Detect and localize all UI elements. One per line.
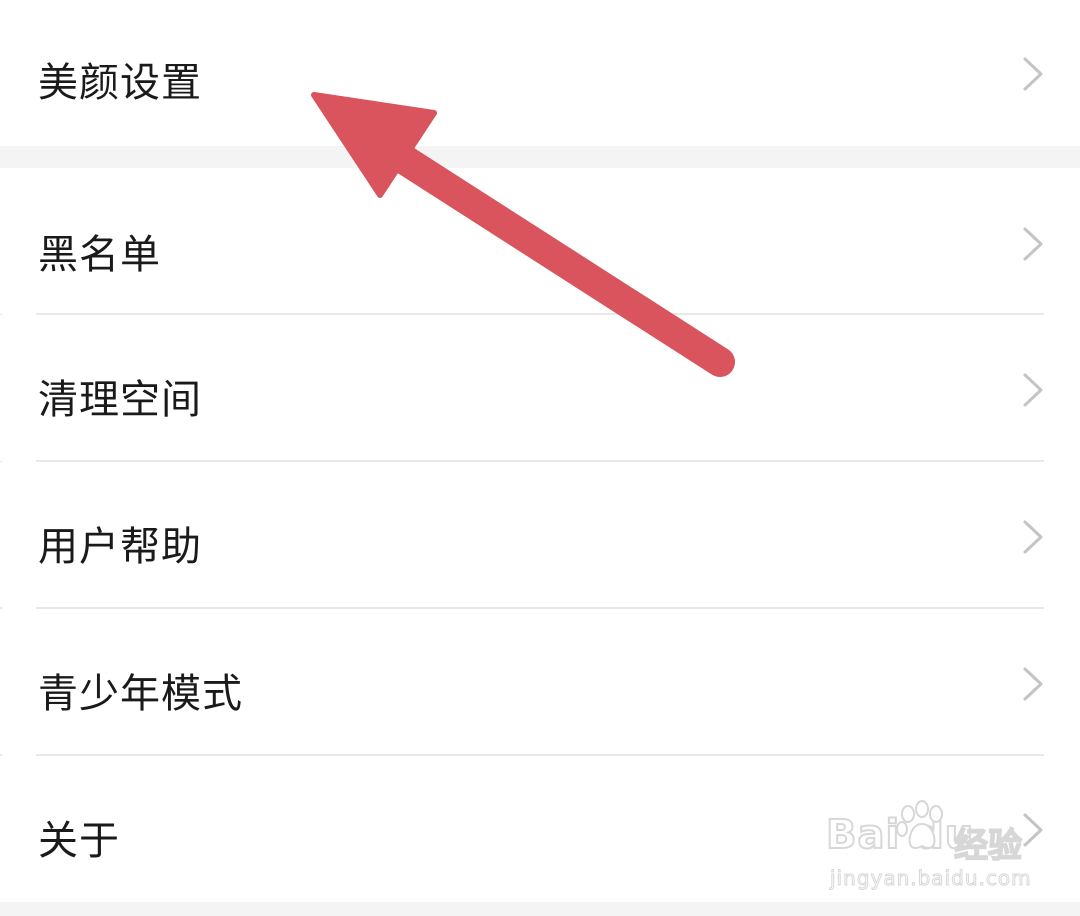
section-gap-bottom (0, 902, 1080, 916)
settings-item-about[interactable]: 关于 (0, 756, 1080, 902)
settings-item-label: 用户帮助 (38, 524, 202, 570)
settings-item-label: 美颜设置 (38, 60, 202, 106)
chevron-right-icon (1023, 373, 1043, 407)
settings-item-clean-space[interactable]: 清理空间 (0, 315, 1080, 461)
settings-page: 美颜设置 黑名单 清理空间 用户帮助 青少年模式 关于 Bai du 经验 ji… (0, 0, 1080, 916)
settings-item-user-help[interactable]: 用户帮助 (0, 462, 1080, 607)
settings-item-blacklist[interactable]: 黑名单 (0, 168, 1080, 314)
settings-item-beauty[interactable]: 美颜设置 (0, 0, 1080, 146)
chevron-right-icon (1023, 813, 1043, 847)
chevron-right-icon (1023, 667, 1043, 701)
settings-item-label: 青少年模式 (38, 671, 243, 717)
settings-item-teen-mode[interactable]: 青少年模式 (0, 609, 1080, 754)
chevron-right-icon (1023, 57, 1043, 91)
section-gap (0, 146, 1080, 168)
settings-item-label: 黑名单 (38, 232, 161, 278)
settings-item-label: 关于 (38, 818, 120, 864)
chevron-right-icon (1023, 227, 1043, 261)
settings-item-label: 清理空间 (38, 377, 202, 423)
chevron-right-icon (1023, 520, 1043, 554)
